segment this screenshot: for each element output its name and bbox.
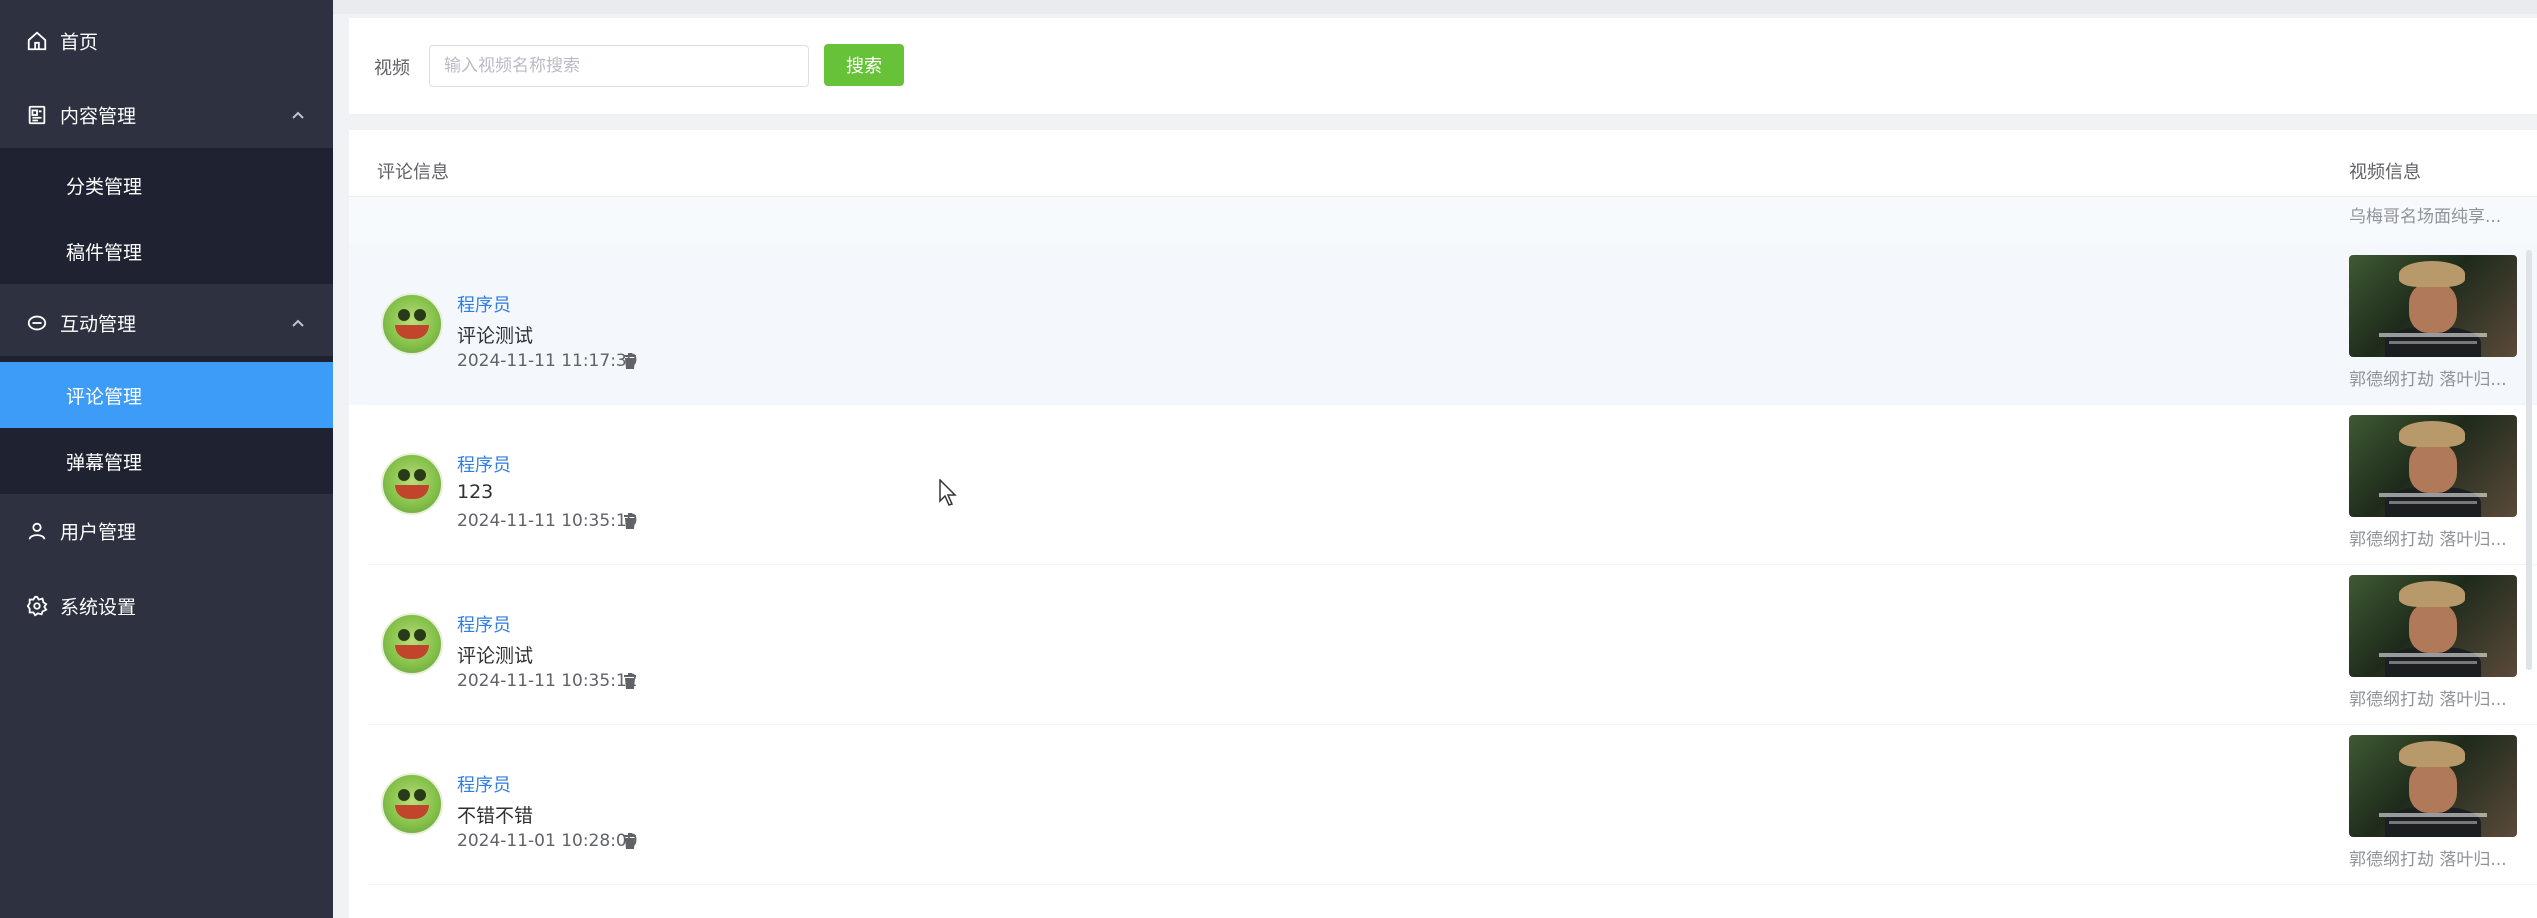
sidebar-item-interaction[interactable]: 互动管理: [0, 290, 333, 356]
table-row[interactable]: 程序员 123 2024-11-11 10:35:19 郭德纲打劫 落叶归...: [349, 405, 2537, 565]
avatar: [381, 773, 443, 835]
comment-date: 2024-11-01 10:28:00: [457, 831, 638, 851]
comment-date: 2024-11-11 10:35:12: [457, 671, 638, 691]
sidebar-item-label: 评论管理: [66, 385, 143, 408]
chat-icon: [27, 315, 47, 331]
table-row-partial[interactable]: [349, 197, 2537, 245]
row-divider: [369, 884, 2537, 885]
home-icon: [27, 31, 47, 51]
search-button[interactable]: 搜索: [824, 44, 904, 86]
comment-text: 不错不错: [457, 805, 534, 827]
avatar: [381, 613, 443, 675]
header-comment-info: 评论信息: [377, 162, 449, 183]
sidebar-item-label: 分类管理: [66, 175, 143, 198]
search-card: 视频 搜索: [349, 18, 2537, 114]
sidebar-item-category[interactable]: 分类管理: [0, 152, 333, 218]
table-row[interactable]: 程序员 不错不错 2024-11-01 10:28:00 郭德纲打劫 落叶归..…: [349, 725, 2537, 885]
comments-table: 评论信息 视频信息 乌梅哥名场面纯享... 程序员 评论测试 2024-11-1…: [349, 130, 2537, 918]
avatar: [381, 453, 443, 515]
trash-icon[interactable]: [623, 513, 637, 529]
document-icon: [28, 105, 46, 125]
comment-text: 评论测试: [457, 645, 534, 667]
sidebar-item-label: 互动管理: [60, 313, 137, 336]
avatar: [381, 293, 443, 355]
user-icon: [28, 522, 46, 540]
sidebar-item-home[interactable]: 首页: [0, 8, 333, 74]
video-title[interactable]: 郭德纲打劫 落叶归...: [2349, 525, 2507, 550]
search-label: 视频: [374, 58, 410, 79]
table-row[interactable]: 程序员 评论测试 2024-11-11 10:35:12 郭德纲打劫 落叶归..…: [349, 565, 2537, 725]
comment-date: 2024-11-11 11:17:39: [457, 351, 638, 371]
comment-date: 2024-11-11 10:35:19: [457, 511, 638, 531]
comment-username[interactable]: 程序员: [457, 771, 511, 797]
sidebar-item-label: 用户管理: [60, 521, 137, 544]
trash-icon[interactable]: [623, 673, 637, 689]
scrollbar[interactable]: [2526, 250, 2532, 670]
chevron-up-icon: [292, 111, 304, 119]
sidebar-item-manuscript[interactable]: 稿件管理: [0, 218, 333, 284]
comment-text: 评论测试: [457, 325, 534, 347]
sidebar-item-users[interactable]: 用户管理: [0, 498, 333, 564]
comment-username[interactable]: 程序员: [457, 451, 511, 477]
video-thumbnail[interactable]: [2349, 415, 2517, 517]
table-row[interactable]: 程序员 评论测试 2024-11-11 11:17:39 郭德纲打劫 落叶归..…: [349, 245, 2537, 405]
sidebar-item-label: 内容管理: [60, 105, 137, 128]
search-input[interactable]: [429, 45, 809, 87]
trash-icon[interactable]: [623, 833, 637, 849]
video-thumbnail[interactable]: [2349, 735, 2517, 837]
comment-username[interactable]: 程序员: [457, 611, 511, 637]
trash-icon[interactable]: [623, 353, 637, 369]
top-strip: [333, 0, 2537, 14]
video-title[interactable]: 郭德纲打劫 落叶归...: [2349, 685, 2507, 710]
comment-text: 123: [457, 481, 494, 503]
sidebar-item-label: 系统设置: [60, 596, 137, 619]
video-title[interactable]: 郭德纲打劫 落叶归...: [2349, 845, 2507, 870]
sidebar-item-content[interactable]: 内容管理: [0, 82, 333, 148]
mouse-cursor-icon: [939, 479, 957, 506]
sidebar-item-label: 首页: [60, 31, 99, 54]
chevron-up-icon: [292, 319, 304, 327]
header-video-info: 视频信息: [2349, 162, 2421, 183]
video-thumbnail[interactable]: [2349, 255, 2517, 357]
sidebar-item-label: 稿件管理: [66, 241, 143, 264]
sidebar-item-comments[interactable]: 评论管理: [0, 362, 333, 428]
video-title[interactable]: 郭德纲打劫 落叶归...: [2349, 365, 2507, 390]
sidebar-item-settings[interactable]: 系统设置: [0, 573, 333, 639]
video-thumbnail[interactable]: [2349, 575, 2517, 677]
gear-icon: [26, 595, 48, 617]
comment-username[interactable]: 程序员: [457, 291, 511, 317]
video-title[interactable]: 乌梅哥名场面纯享...: [2349, 202, 2501, 227]
sidebar-item-label: 弹幕管理: [66, 451, 143, 474]
sidebar: 首页 内容管理 分类管理 稿件管理 互动管理 评论管理 弹幕管理 用户管理 系统…: [0, 0, 333, 918]
sidebar-item-danmaku[interactable]: 弹幕管理: [0, 428, 333, 494]
